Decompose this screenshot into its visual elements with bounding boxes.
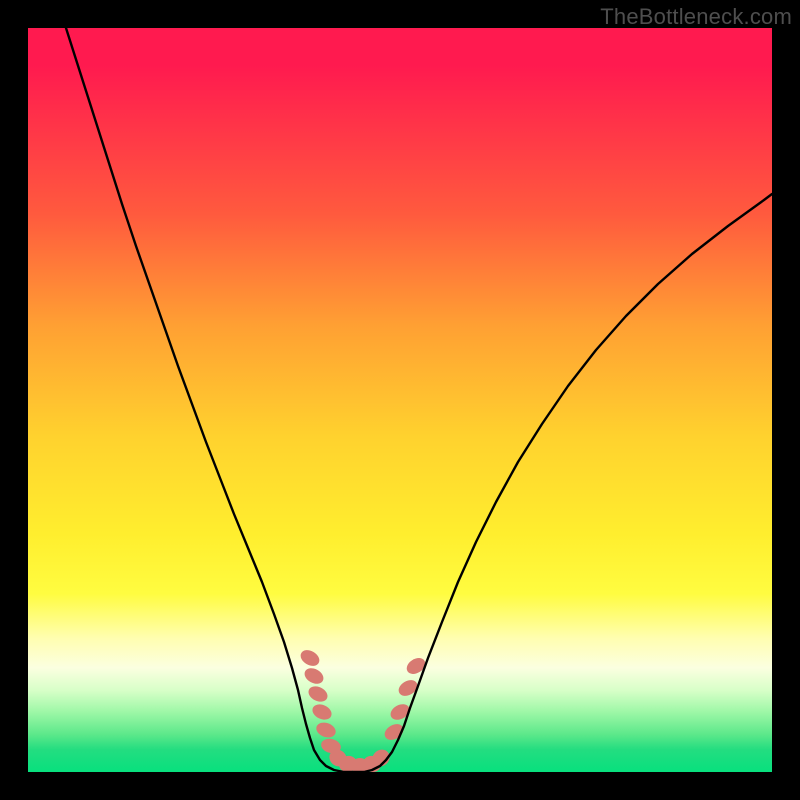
heat-zone-segment: [310, 702, 334, 723]
heat-zone-segment: [298, 647, 322, 669]
heat-zone-segment: [306, 683, 330, 704]
plot-area: [28, 28, 772, 772]
chart-overlay-svg: [28, 28, 772, 772]
chart-frame: TheBottleneck.com: [0, 0, 800, 800]
watermark-text: TheBottleneck.com: [600, 4, 792, 30]
heat-zone-segment: [302, 665, 326, 687]
heat-zone-segment: [314, 720, 338, 740]
